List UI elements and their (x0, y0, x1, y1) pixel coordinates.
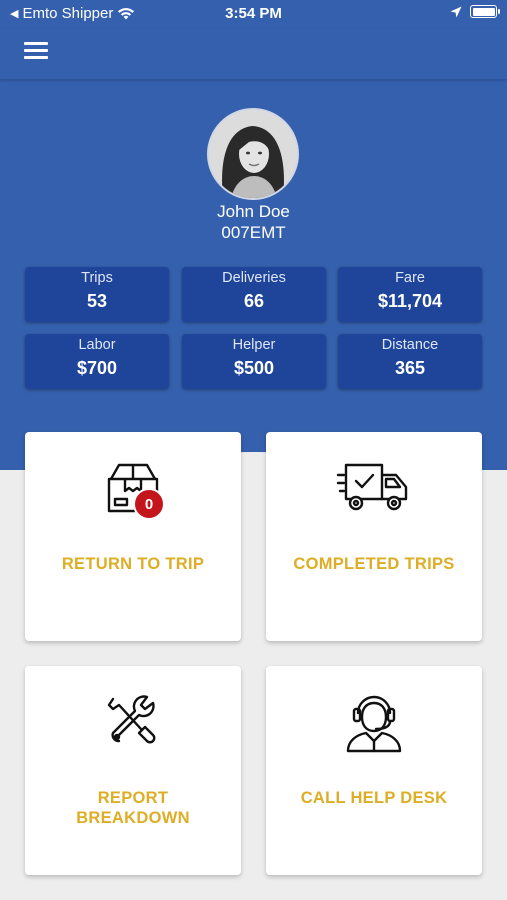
stat-value: $700 (76, 358, 118, 378)
hamburger-menu-icon[interactable] (24, 42, 48, 62)
clock: 3:54 PM (225, 5, 282, 22)
completed-trips-card[interactable]: COMPLETED TRIPS (266, 432, 482, 641)
call-help-desk-label: CALL HELP DESK (300, 789, 448, 807)
battery-icon (470, 5, 500, 18)
stat-value: 365 (394, 358, 426, 378)
profile-name: John Doe (217, 202, 290, 221)
report-breakdown-label-line1: REPORT (97, 789, 169, 807)
stat-label: Labor (78, 337, 116, 353)
stat-label: Distance (381, 337, 439, 353)
report-breakdown-label-line2: BREAKDOWN (76, 809, 190, 827)
status-bar: ◀ Emto Shipper 3:54 PM (0, 0, 507, 28)
stat-labor: Labor $700 (25, 334, 169, 389)
delivery-truck-check-icon (266, 432, 482, 542)
stat-value: 66 (243, 291, 265, 311)
stat-fare: Fare $11,704 (338, 267, 482, 322)
package-box-icon (25, 432, 241, 542)
stat-value: 53 (86, 291, 108, 311)
stat-distance: Distance 365 (338, 334, 482, 389)
profile-id: 007EMT (221, 223, 286, 242)
stat-deliveries: Deliveries 66 (182, 267, 326, 322)
return-to-trip-label: RETURN TO TRIP (61, 555, 205, 573)
stat-helper: Helper $500 (182, 334, 326, 389)
stat-label: Fare (395, 270, 425, 286)
stat-value: $11,704 (377, 291, 443, 311)
stat-value: $500 (233, 358, 275, 378)
pending-count-badge: 0 (133, 488, 165, 520)
app-bar (0, 28, 507, 80)
stat-label: Deliveries (222, 270, 286, 286)
report-breakdown-label: REPORT BREAKDOWN (25, 788, 241, 828)
stat-label: Trips (81, 270, 113, 286)
return-to-trip-card[interactable]: RETURN TO TRIP (25, 432, 241, 641)
completed-trips-label: COMPLETED TRIPS (293, 555, 455, 573)
avatar[interactable] (207, 108, 299, 200)
stat-trips: Trips 53 (25, 267, 169, 322)
call-help-desk-card[interactable]: CALL HELP DESK (266, 666, 482, 875)
stat-label: Helper (232, 337, 276, 353)
wrench-screwdriver-icon (25, 666, 241, 776)
location-arrow-icon (450, 6, 462, 17)
headset-agent-icon (266, 666, 482, 776)
report-breakdown-card[interactable]: REPORT BREAKDOWN (25, 666, 241, 875)
